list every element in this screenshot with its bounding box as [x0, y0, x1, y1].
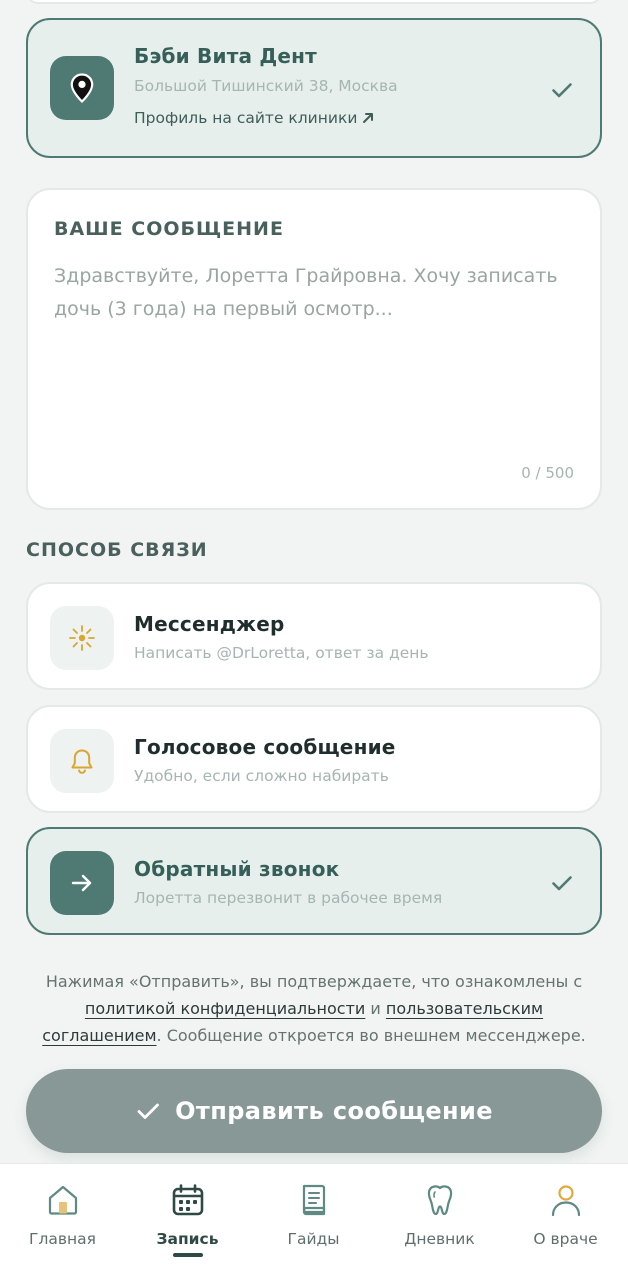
check-icon — [137, 1103, 160, 1119]
callback-icon-tile — [50, 851, 114, 915]
home-icon — [48, 1185, 77, 1215]
send-message-label: Отправить сообщение — [175, 1097, 493, 1125]
option-title: Обратный звонок — [134, 857, 340, 881]
nav-label: Главная — [29, 1230, 96, 1248]
option-title: Голосовое сообщение — [134, 735, 396, 759]
option-subtitle: Удобно, если сложно набирать — [134, 767, 389, 785]
check-icon — [552, 83, 572, 98]
nav-label: Дневник — [404, 1230, 475, 1248]
contact-option-voice[interactable]: Голосовое сообщение Удобно, если сложно … — [26, 705, 602, 813]
clinic-card[interactable]: Бэби Вита Дент Большой Тишинский 38, Мос… — [26, 18, 602, 158]
contact-option-callback[interactable]: Обратный звонок Лоретта перезвонит в раб… — [26, 827, 602, 935]
check-icon — [552, 876, 572, 891]
book-icon — [302, 1184, 325, 1216]
contact-method-label: СПОСОБ СВЯЗИ — [26, 539, 208, 561]
contact-option-messenger[interactable]: Мессенджер Написать @DrLoretta, ответ за… — [26, 582, 602, 690]
send-message-button[interactable]: Отправить сообщение — [26, 1069, 602, 1153]
nav-label: Запись — [156, 1230, 219, 1248]
nav-item-diary[interactable]: Дневник — [377, 1164, 502, 1280]
message-label: ВАШЕ СООБЩЕНИЕ — [54, 218, 284, 240]
clinic-profile-link-label: Профиль на сайте клиники — [134, 109, 358, 127]
location-pin-tile — [50, 56, 114, 120]
tooth-icon — [427, 1185, 452, 1216]
sun-icon — [69, 625, 95, 651]
arrow-right-icon — [71, 874, 92, 892]
consent-text: Нажимая «Отправить», вы подтверждаете, ч… — [26, 968, 602, 1049]
location-pin-icon — [70, 73, 94, 103]
active-tab-indicator — [172, 1253, 203, 1257]
external-arrow-icon — [363, 113, 374, 123]
privacy-policy-link[interactable]: политикой конфиденциальности — [85, 999, 365, 1018]
calendar-icon — [172, 1184, 203, 1216]
message-input[interactable] — [54, 260, 574, 450]
nav-label: О враче — [533, 1230, 598, 1248]
clinic-name: Бэби Вита Дент — [134, 44, 317, 68]
option-subtitle: Написать @DrLoretta, ответ за день — [134, 644, 429, 662]
messenger-icon-tile — [50, 606, 114, 670]
nav-item-about-doctor[interactable]: О враче — [503, 1164, 628, 1280]
clinic-address: Большой Тишинский 38, Москва — [134, 77, 398, 95]
person-icon — [551, 1185, 580, 1217]
consent-and: и — [365, 999, 386, 1018]
option-title: Мессенджер — [134, 612, 285, 636]
message-card: ВАШЕ СООБЩЕНИЕ 0 / 500 — [26, 188, 602, 510]
option-subtitle: Лоретта перезвонит в рабочее время — [134, 889, 443, 907]
nav-label: Гайды — [287, 1230, 340, 1248]
clinic-profile-link[interactable]: Профиль на сайте клиники — [134, 109, 375, 127]
character-counter: 0 / 500 — [521, 464, 574, 482]
nav-item-guides[interactable]: Гайды — [251, 1164, 376, 1280]
bell-icon — [71, 749, 93, 774]
nav-item-home[interactable]: Главная — [0, 1164, 125, 1280]
consent-prefix: Нажимая «Отправить», вы подтверждаете, ч… — [45, 972, 583, 991]
previous-card-edge — [26, 0, 602, 4]
consent-suffix: . Сообщение откроется во внешнем мессенд… — [156, 1026, 586, 1045]
nav-item-booking[interactable]: Запись — [125, 1164, 250, 1280]
bottom-navigation: Главная Запись Гайды Дневник О враче — [0, 1163, 628, 1280]
voice-icon-tile — [50, 729, 114, 793]
